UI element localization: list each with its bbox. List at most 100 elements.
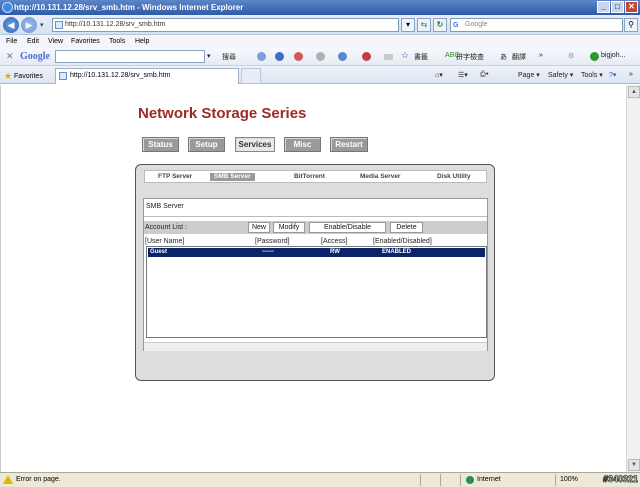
address-text: http://10.131.12.28/srv_smb.htm [65, 21, 166, 28]
mail-icon[interactable] [294, 52, 303, 61]
status-divider [440, 474, 441, 486]
page-menu[interactable]: Page ▾ [518, 71, 540, 79]
modify-button[interactable]: Modify [273, 222, 305, 233]
divider [144, 216, 487, 217]
ie-logo-icon [2, 2, 13, 13]
toolbar-icon-4[interactable] [338, 52, 347, 61]
google-search-input[interactable] [55, 50, 205, 63]
toolbar-icon-5[interactable] [362, 52, 371, 61]
scroll-up-button[interactable]: ▲ [628, 86, 640, 98]
delete-button[interactable]: Delete [390, 222, 423, 233]
account-row[interactable]: Guest ------ RW ENABLED [148, 248, 485, 257]
internet-zone-icon [466, 476, 474, 484]
page-icon [59, 72, 67, 80]
more-commands-icon[interactable]: » [629, 71, 633, 78]
enable-disable-button[interactable]: Enable/Disable [309, 222, 386, 233]
vertical-scrollbar[interactable]: ▲ ▼ [626, 85, 640, 472]
menu-help[interactable]: Help [135, 35, 149, 48]
warning-icon[interactable] [3, 475, 13, 484]
spellcheck-button[interactable]: 拼字檢查 [456, 52, 484, 62]
column-header-access: [Access] [321, 238, 348, 245]
safety-menu[interactable]: Safety ▾ [548, 71, 573, 79]
account-toolbar: Account List : New Modify Enable/Disable… [144, 221, 487, 234]
user-status-icon [590, 52, 599, 61]
subtab-media-server[interactable]: Media Server [360, 173, 400, 181]
nav-misc[interactable]: Misc [284, 137, 321, 152]
menu-view[interactable]: View [48, 35, 63, 48]
print-icon[interactable]: ⎙▾ [480, 71, 489, 79]
address-dropdown-button[interactable]: ▾ [401, 18, 415, 32]
google-search-button[interactable]: 搜尋 [222, 52, 236, 62]
bookmark-star-icon: ☆ [401, 50, 410, 60]
close-button[interactable]: ✕ [625, 1, 638, 13]
tools-menu[interactable]: Tools ▾ [581, 71, 603, 79]
toolbar-icon-1[interactable] [257, 52, 266, 61]
recent-pages-dropdown[interactable]: ▾ [40, 21, 44, 29]
translate-icon: あ [500, 54, 507, 61]
address-bar[interactable]: http://10.131.12.28/srv_smb.htm [52, 18, 399, 32]
home-icon[interactable]: ⌂▾ [435, 71, 443, 79]
cell-status: ENABLED [382, 249, 412, 255]
toolbar-icon-2[interactable] [275, 52, 284, 61]
search-placeholder: Google [465, 21, 488, 28]
zoom-level[interactable]: 100% [560, 473, 578, 487]
subtab-ftp-server[interactable]: FTP Server [158, 173, 192, 181]
security-zone-label: Internet [477, 476, 501, 483]
maximize-button[interactable]: □ [611, 1, 624, 13]
close-toolbar-icon[interactable]: ✕ [6, 51, 14, 62]
page-title: Network Storage Series [138, 105, 307, 122]
new-button[interactable]: New [248, 222, 270, 233]
favorites-label: Favorites [14, 73, 43, 80]
column-header-password: [Password] [255, 238, 290, 245]
user-name[interactable]: bigjoh... [601, 52, 626, 59]
window-titlebar: http://10.131.12.28/srv_smb.htm - Window… [0, 0, 640, 15]
content-footer [144, 342, 487, 351]
back-button[interactable]: ◀ [3, 17, 19, 33]
status-divider [555, 474, 556, 486]
nav-setup[interactable]: Setup [188, 137, 225, 152]
toolbar-icon-6[interactable] [384, 54, 393, 60]
more-chevron-icon[interactable]: » [539, 52, 543, 59]
menu-bar: File Edit View Favorites Tools Help [0, 35, 640, 48]
tab-bar: ★ Favorites http://10.131.12.28/srv_smb.… [0, 66, 640, 84]
nav-services[interactable]: Services [235, 137, 275, 152]
watermark-text: #340321 [602, 474, 639, 485]
search-input[interactable]: G Google [450, 18, 623, 32]
compatibility-icon[interactable]: ⇆ [417, 18, 431, 32]
favorites-button[interactable]: ★ Favorites [4, 70, 43, 81]
nav-status[interactable]: Status [142, 137, 179, 152]
refresh-button[interactable]: ↻ [433, 18, 447, 32]
subtab-bittorrent[interactable]: BitTorrent [294, 173, 325, 181]
menu-tools[interactable]: Tools [109, 35, 125, 48]
bookmarks-button[interactable]: 書籤 [414, 52, 428, 62]
cell-access: RW [330, 249, 340, 255]
account-listbox[interactable]: Guest ------ RW ENABLED [146, 246, 487, 338]
wrench-icon[interactable]: ⚙ [568, 52, 574, 60]
status-text[interactable]: Error on page. [16, 473, 61, 487]
google-dropdown-icon[interactable]: ▾ [207, 52, 211, 60]
minimize-button[interactable]: _ [597, 1, 610, 13]
tab-current[interactable]: http://10.131.12.28/srv_smb.htm [55, 68, 239, 84]
search-icon[interactable]: ⚲ [624, 18, 638, 32]
menu-file[interactable]: File [6, 35, 17, 48]
page-icon [55, 21, 63, 29]
menu-edit[interactable]: Edit [27, 35, 39, 48]
help-icon[interactable]: ?▾ [609, 71, 616, 79]
feeds-icon[interactable]: ☰▾ [458, 71, 468, 79]
window-title: http://10.131.12.28/srv_smb.htm - Window… [14, 3, 244, 12]
scroll-down-button[interactable]: ▼ [628, 459, 640, 471]
menu-favorites[interactable]: Favorites [71, 35, 100, 48]
new-tab-button[interactable] [241, 68, 261, 84]
status-divider [420, 474, 421, 486]
nav-restart[interactable]: Restart [330, 137, 368, 152]
subtab-smb-server[interactable]: SMB Server [210, 173, 255, 181]
toolbar-icon-3[interactable] [316, 52, 325, 61]
google-logo: Google [20, 51, 50, 62]
cell-user-name: Guest [150, 249, 168, 255]
translate-button[interactable]: 翻譯 [512, 52, 526, 62]
account-list-label: Account List : [145, 224, 188, 231]
subtab-disk-utility[interactable]: Disk Utility [437, 173, 471, 181]
forward-button[interactable]: ▶ [21, 17, 37, 33]
column-header-status: [Enabled/Disabled] [373, 238, 432, 245]
favorites-star-icon: ★ [4, 71, 13, 81]
